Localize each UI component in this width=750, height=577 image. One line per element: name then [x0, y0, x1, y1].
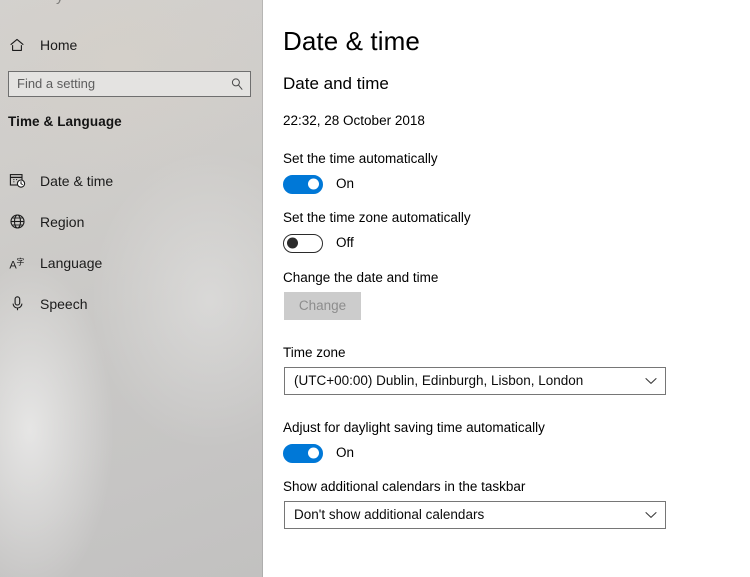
- set-time-automatically-row[interactable]: On: [283, 173, 354, 195]
- time-zone-dropdown[interactable]: (UTC+00:00) Dublin, Edinburgh, Lisbon, L…: [284, 367, 666, 395]
- additional-calendars-label: Show additional calendars in the taskbar: [283, 479, 526, 494]
- clipped-text-fragment: y: [56, 0, 64, 5]
- settings-sidebar: y Home: [0, 0, 263, 577]
- toggle-knob: [308, 178, 319, 190]
- set-time-automatically-toggle[interactable]: [283, 174, 323, 194]
- chevron-down-icon: [637, 377, 665, 385]
- daylight-saving-label: Adjust for daylight saving time automati…: [283, 420, 545, 435]
- search-box[interactable]: [8, 71, 251, 97]
- sidebar-section-heading: Time & Language: [8, 114, 122, 129]
- set-timezone-automatically-toggle[interactable]: [283, 233, 323, 253]
- change-button[interactable]: Change: [284, 292, 361, 320]
- svg-text:字: 字: [16, 257, 24, 267]
- daylight-saving-row[interactable]: On: [283, 442, 354, 464]
- settings-window: y Home: [0, 0, 750, 577]
- set-time-automatically-state: On: [336, 176, 355, 192]
- chevron-down-icon: [637, 511, 665, 519]
- set-timezone-automatically-state: Off: [336, 235, 354, 251]
- sidebar-nav-list: Date & time Region A 字 Language Speech: [0, 160, 263, 324]
- set-timezone-automatically-row[interactable]: Off: [283, 232, 354, 254]
- home-icon: [9, 37, 36, 53]
- sidebar-item-speech[interactable]: Speech: [0, 283, 263, 324]
- set-timezone-automatically-label: Set the time zone automatically: [283, 210, 471, 225]
- sidebar-item-date-time-label: Date & time: [40, 172, 114, 189]
- time-zone-label: Time zone: [283, 345, 346, 360]
- daylight-saving-toggle[interactable]: [283, 443, 323, 463]
- sidebar-item-region-label: Region: [40, 213, 85, 230]
- daylight-saving-state: On: [336, 445, 355, 461]
- toggle-knob: [287, 237, 298, 249]
- set-time-automatically-label: Set the time automatically: [283, 151, 438, 166]
- calendar-clock-icon: [9, 172, 36, 189]
- sidebar-item-language[interactable]: A 字 Language: [0, 242, 263, 283]
- settings-content-pane: Date & time Date and time 22:32, 28 Octo…: [263, 0, 750, 577]
- change-date-time-label: Change the date and time: [283, 270, 439, 285]
- globe-icon: [9, 213, 36, 230]
- microphone-icon: [9, 295, 36, 312]
- page-title: Date & time: [283, 26, 420, 56]
- sidebar-item-home-label: Home: [40, 36, 78, 53]
- sidebar-item-speech-label: Speech: [40, 295, 88, 312]
- language-icon: A 字: [9, 254, 36, 271]
- toggle-knob: [308, 447, 319, 459]
- sidebar-item-home[interactable]: Home: [0, 31, 263, 58]
- additional-calendars-value: Don't show additional calendars: [294, 508, 485, 522]
- search-icon[interactable]: [224, 72, 250, 96]
- current-datetime-text: 22:32, 28 October 2018: [283, 113, 425, 128]
- section-subtitle: Date and time: [283, 74, 389, 93]
- sidebar-item-date-time[interactable]: Date & time: [0, 160, 263, 201]
- sidebar-item-region[interactable]: Region: [0, 201, 263, 242]
- time-zone-value: (UTC+00:00) Dublin, Edinburgh, Lisbon, L…: [294, 374, 584, 388]
- additional-calendars-dropdown[interactable]: Don't show additional calendars: [284, 501, 666, 529]
- sidebar-item-language-label: Language: [40, 254, 103, 271]
- search-input[interactable]: [9, 73, 224, 95]
